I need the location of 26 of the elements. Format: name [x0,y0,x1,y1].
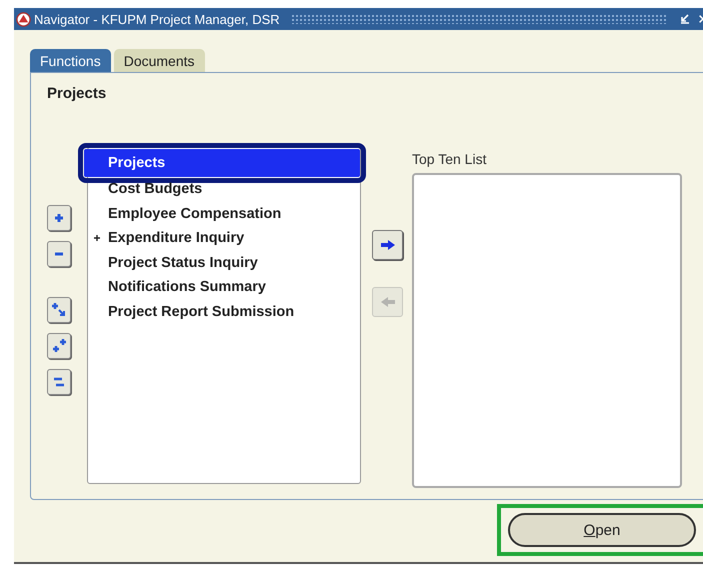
app-icon [16,12,31,26]
expand-all-button[interactable] [47,333,71,359]
expand-button[interactable] [47,205,71,231]
function-item[interactable]: Employee Compensation [88,202,360,226]
expand-branch-icon [51,302,67,318]
minimize-icon[interactable] [679,13,691,25]
add-button[interactable] [372,230,403,260]
function-item[interactable]: Project Status Inquiry [88,250,360,275]
function-item[interactable]: Expenditure Inquiry [88,226,360,250]
function-item[interactable]: Cost Budgets [88,177,360,202]
open-button[interactable]: Open [508,513,696,547]
list-label: Top Ten List [412,151,488,169]
left-arrow-icon [380,296,396,308]
window-title: Navigator - KFUPM Project Manager, DSR [34,12,280,26]
function-item[interactable]: Project Report Submission [88,300,360,324]
collapse-all-button[interactable] [47,369,71,395]
collapse-button[interactable] [47,241,71,267]
function-item[interactable]: Projects [84,149,360,177]
tab[interactable]: Functions [30,49,111,72]
panel-title: Projects [47,85,108,102]
expand-all-icon [51,338,67,354]
expand-branch-button[interactable] [47,297,71,323]
right-arrow-icon [380,239,396,251]
plus-icon [53,212,65,224]
tab[interactable]: Documents [114,49,205,72]
function-item[interactable]: Notifications Summary [88,275,360,300]
